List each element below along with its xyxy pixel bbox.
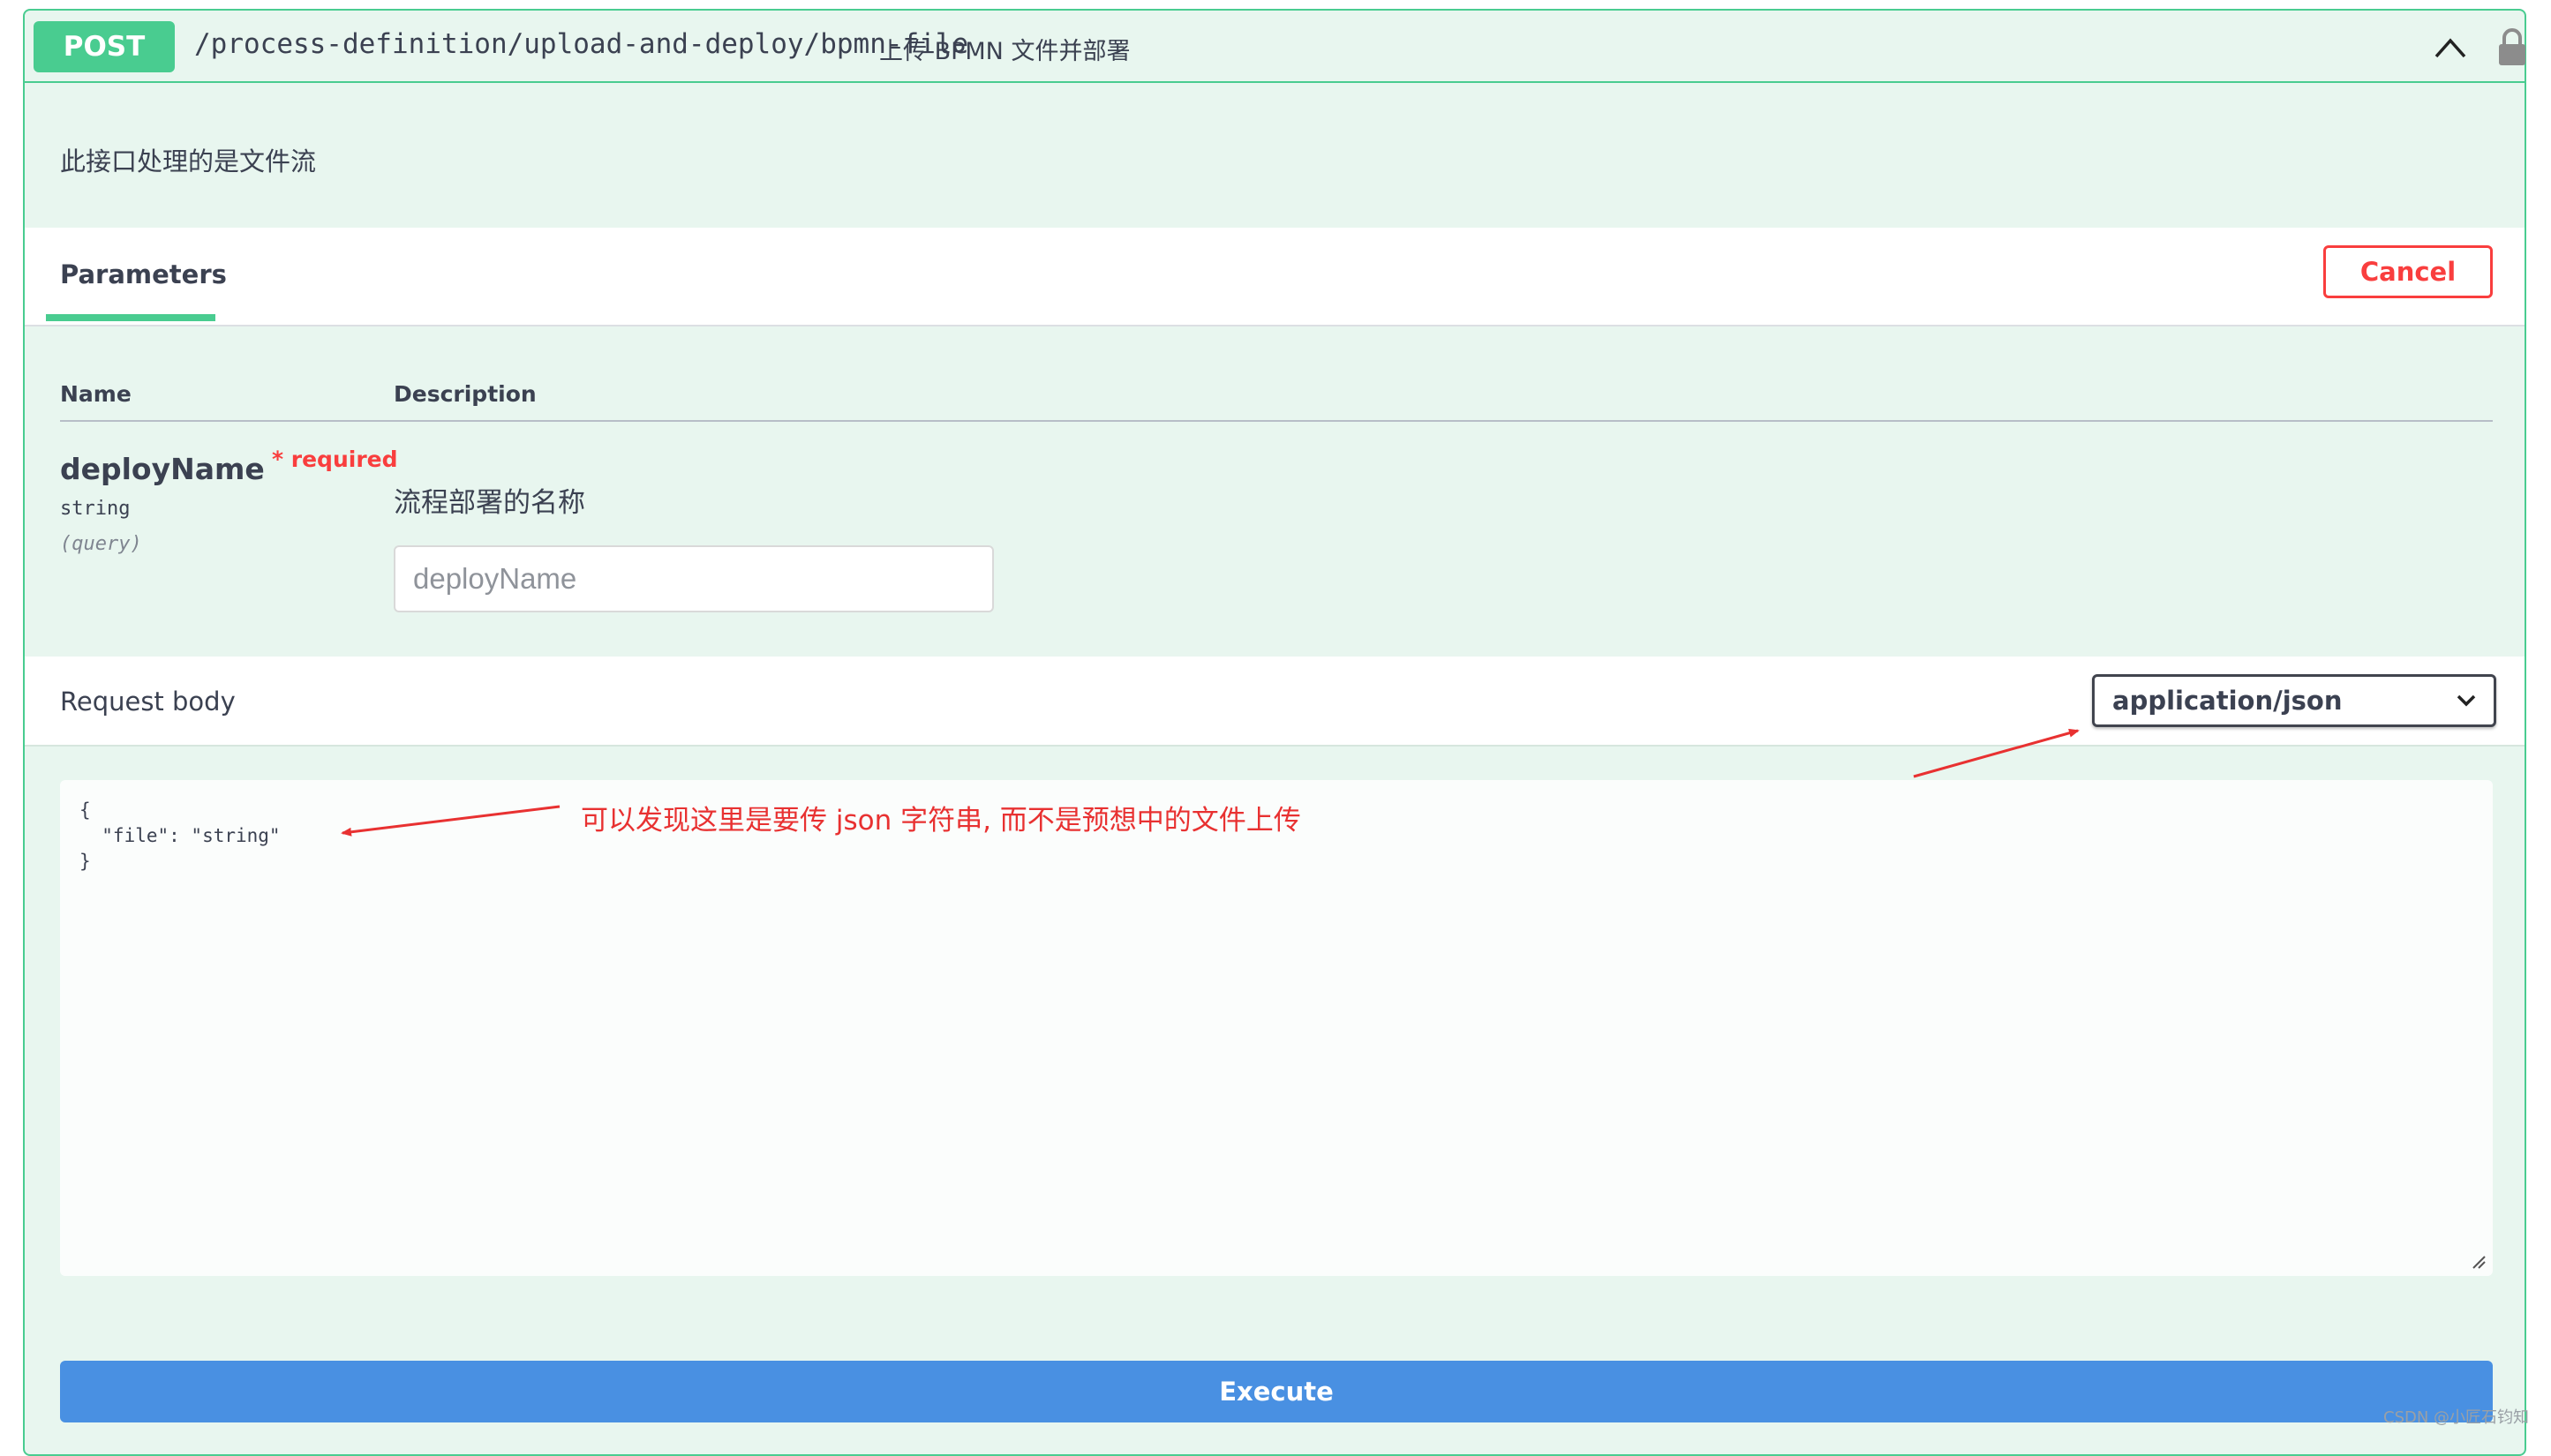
lock-icon[interactable] xyxy=(2496,26,2528,67)
parameters-header: Parameters Cancel xyxy=(25,228,2525,326)
param-location: (query) xyxy=(60,533,142,555)
request-body-editor[interactable]: { "file": "string" } xyxy=(60,780,2493,1276)
tab-active-indicator xyxy=(46,314,215,321)
request-body-title: Request body xyxy=(60,687,236,717)
method-badge: POST xyxy=(34,21,175,72)
resize-handle-icon[interactable] xyxy=(2470,1253,2486,1269)
param-description: 流程部署的名称 xyxy=(394,487,585,519)
column-header-name: Name xyxy=(60,381,132,407)
execute-button[interactable]: Execute xyxy=(60,1361,2493,1422)
column-divider xyxy=(60,420,2493,422)
chevron-up-icon[interactable] xyxy=(2433,34,2468,60)
param-name: deployName xyxy=(60,452,265,486)
operation-summary-text: 上传 BPMN 文件并部署 xyxy=(879,38,1131,65)
operation-path: /process-definition/upload-and-deploy/bp… xyxy=(194,28,969,60)
request-body-header: Request body application/json xyxy=(25,657,2525,747)
param-required-marker: * required xyxy=(272,447,398,472)
operation-summary[interactable]: POST /process-definition/upload-and-depl… xyxy=(25,11,2525,83)
watermark: CSDN @小匠石钧知 xyxy=(2383,1408,2530,1427)
deploy-name-input[interactable] xyxy=(394,545,994,612)
operation-block: POST /process-definition/upload-and-depl… xyxy=(23,9,2526,1456)
chevron-down-icon xyxy=(2457,694,2476,707)
param-type: string xyxy=(60,498,131,520)
content-type-value: application/json xyxy=(2112,686,2343,716)
column-header-description: Description xyxy=(394,381,537,407)
annotation-text: 可以发现这里是要传 json 字符串, 而不是预想中的文件上传 xyxy=(581,805,1301,837)
tab-parameters[interactable]: Parameters xyxy=(60,259,227,289)
operation-description: 此接口处理的是文件流 xyxy=(60,146,317,176)
content-type-select[interactable]: application/json xyxy=(2092,674,2496,727)
cancel-button[interactable]: Cancel xyxy=(2323,245,2493,298)
request-body-json[interactable]: { "file": "string" } xyxy=(79,798,281,874)
